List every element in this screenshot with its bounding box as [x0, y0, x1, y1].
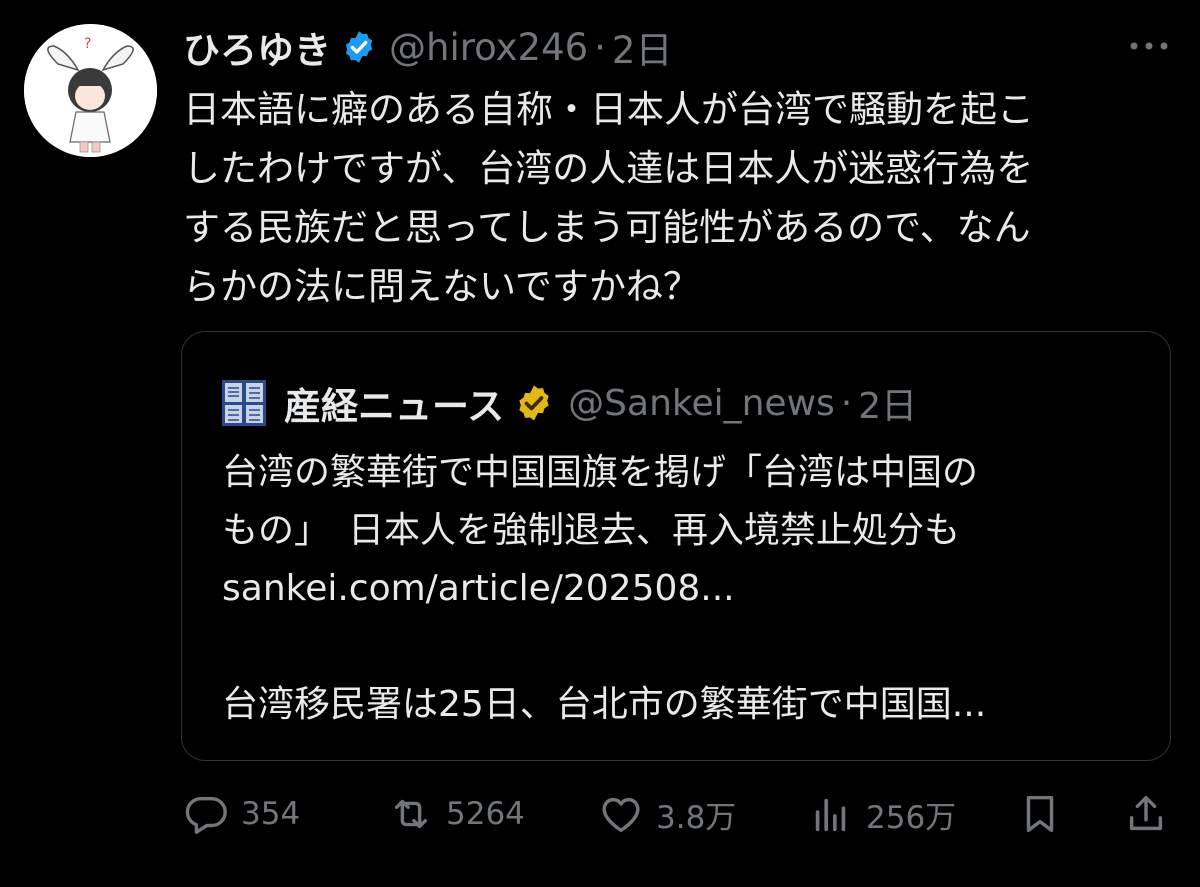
retweet-icon — [394, 799, 428, 829]
tweet-header: ひろゆき @hirox246 · 2日 — [183, 20, 673, 74]
like-button[interactable]: 3.8万 — [598, 790, 736, 838]
author-handle[interactable]: @hirox246 — [389, 26, 588, 69]
reply-button[interactable]: 354 — [183, 790, 300, 838]
author-name[interactable]: ひろゆき — [183, 20, 331, 74]
views-icon — [815, 798, 846, 832]
quoted-tweet-header: 産経ニュース @Sankei_news · 2日 — [222, 376, 917, 430]
quoted-tweet-text: 台湾の繁華街で中国国旗を掲げ「台湾は中国の もの」 日本人を強制退去、再入境禁止… — [222, 452, 987, 725]
quoted-tweet-card[interactable]: 産経ニュース @Sankei_news · 2日 台湾の繁華街で中国国旗を掲げ「… — [181, 331, 1171, 761]
separator: · — [594, 25, 606, 69]
quoted-author-name[interactable]: 産経ニュース — [284, 376, 504, 430]
avatar[interactable]: ? — [24, 24, 157, 157]
avatar-illustration: ? — [24, 24, 157, 157]
quoted-author-handle[interactable]: @Sankei_news — [568, 383, 835, 424]
timestamp[interactable]: 2日 — [612, 20, 673, 74]
retweet-count: 5264 — [446, 796, 525, 832]
views-count: 256万 — [866, 799, 957, 836]
bookmark-button[interactable] — [1017, 790, 1063, 838]
svg-text:?: ? — [84, 36, 91, 52]
sankei-logo-icon — [222, 380, 266, 426]
views-button[interactable]: 256万 — [808, 790, 956, 838]
gold-verified-badge-icon — [519, 385, 549, 421]
more-icon[interactable] — [1128, 36, 1170, 56]
quoted-timestamp[interactable]: 2日 — [858, 377, 917, 429]
share-button[interactable] — [1123, 790, 1169, 838]
action-bar: 354 5264 3.8万 256万 — [183, 790, 1168, 838]
like-count: 3.8万 — [656, 799, 737, 836]
reply-icon — [185, 796, 227, 834]
heart-icon — [602, 797, 640, 833]
retweet-button[interactable]: 5264 — [388, 790, 525, 838]
verified-badge-icon — [345, 31, 373, 63]
quoted-separator: · — [840, 382, 853, 424]
reply-count: 354 — [241, 796, 301, 832]
bookmark-icon — [1026, 795, 1054, 833]
share-icon — [1129, 795, 1163, 831]
tweet-text: 日本語に癖のある自称・日本人が台湾で騒動を起こ したわけですが、台湾の人達は日本… — [183, 88, 1034, 308]
